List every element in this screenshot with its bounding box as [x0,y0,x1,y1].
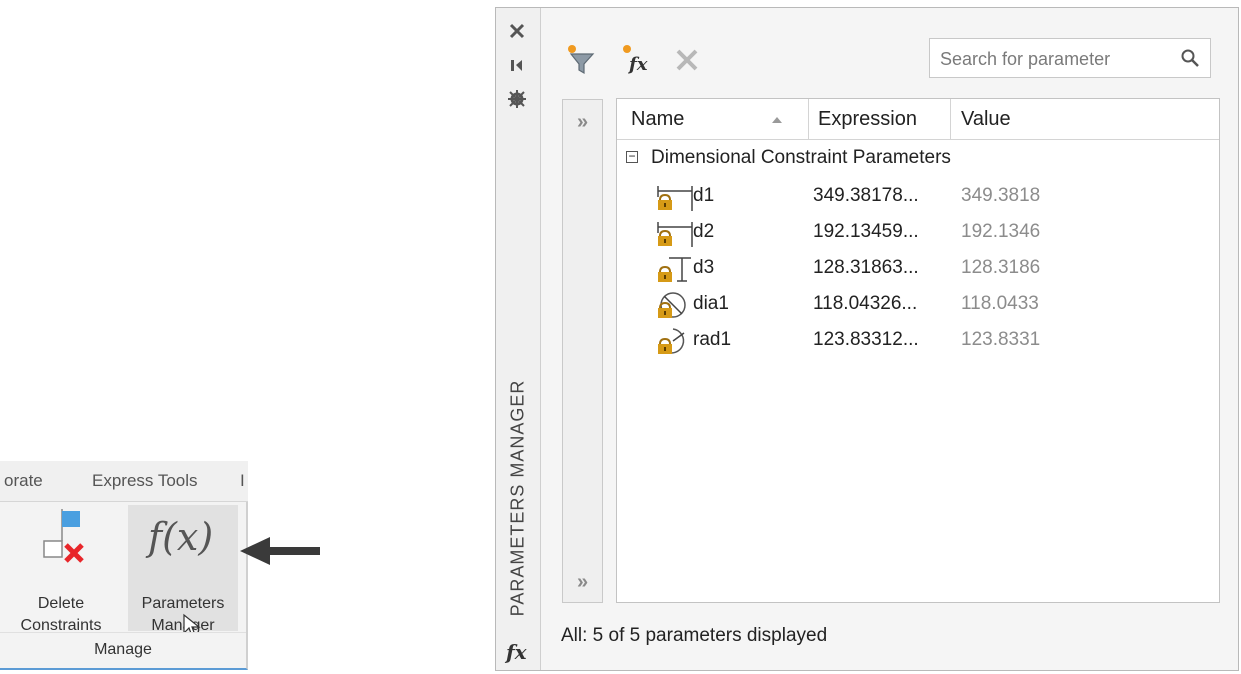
table-row[interactable]: rad1 123.83312... 123.8331 [617,323,1217,359]
palette-title: PARAMETERS MANAGER [507,379,528,617]
sort-ascending-icon [772,117,782,123]
parameter-value: 128.3186 [961,257,1041,278]
ribbon-tab-express-tools[interactable]: Express Tools [92,471,198,491]
parameters-grid: Name Expression Value − Dimensional Cons… [616,98,1220,603]
table-row[interactable]: dia1 118.04326... 118.0433 [617,287,1217,323]
delete-constraints-button[interactable]: Delete Constraints [0,501,122,634]
close-icon[interactable] [506,20,528,42]
group-label: Dimensional Constraint Parameters [651,147,951,168]
parameters-manager-palette: PARAMETERS MANAGER fx fx » » [495,7,1239,671]
diameter-dimension-icon [658,292,686,318]
parameter-name: rad1 [693,329,732,350]
pointer-arrow-icon [240,537,320,565]
parameters-manager-button[interactable]: f(x) Parameters Manager [128,505,238,637]
parameter-name: d1 [693,185,715,206]
parameter-value: 349.3818 [961,185,1041,206]
parameter-expression[interactable]: 123.83312... [813,329,919,351]
vertical-dimension-icon [658,257,691,282]
group-row[interactable]: − Dimensional Constraint Parameters [617,141,1217,177]
ribbon-panel-label: Manage [0,632,246,667]
grid-header: Name Expression Value [617,99,1219,140]
palette-content: fx » » Name [541,8,1238,670]
parameter-value: 118.0433 [961,293,1039,314]
table-row[interactable]: d1 349.38178... 349.3818 [617,179,1217,215]
column-header-value[interactable]: Value [951,99,1219,139]
auto-hide-icon[interactable] [506,54,528,76]
status-text: All: 5 of 5 parameters displayed [561,625,828,646]
search-icon[interactable] [1180,48,1200,68]
table-row[interactable]: d2 192.13459... 192.1346 [617,215,1217,251]
palette-title-bar: PARAMETERS MANAGER fx [496,8,541,670]
parameter-expression[interactable]: 128.31863... [813,257,919,279]
ribbon-tab-bar: orate Express Tools I [0,461,248,502]
function-icon: f(x) [148,515,214,559]
parameter-expression[interactable]: 192.13459... [813,221,919,243]
delete-parameter-icon[interactable] [669,42,705,78]
ribbon-tab-next[interactable]: I [240,471,245,491]
fx-icon: fx [506,640,527,664]
parameter-expression[interactable]: 349.38178... [813,185,919,207]
properties-gear-icon[interactable] [506,88,528,110]
ribbon-tab-collaborate[interactable]: orate [4,471,43,491]
linear-dimension-icon [657,186,693,211]
expand-filter-tree-button[interactable]: » [567,108,598,138]
new-user-parameter-icon[interactable]: fx [619,42,655,78]
parameter-name: d3 [693,257,715,278]
search-field[interactable] [929,38,1211,78]
svg-text:fx: fx [627,54,648,75]
parameter-expression[interactable]: 118.04326... [813,293,917,315]
expand-filter-tree-bottom-button[interactable]: » [567,568,598,598]
table-row[interactable]: d3 128.31863... 128.3186 [617,251,1217,287]
linear-dimension-icon [657,222,693,247]
filter-tree-collapsed: » » [562,99,603,603]
column-header-expression[interactable]: Expression [809,99,951,139]
collapse-toggle-icon[interactable]: − [626,150,638,163]
new-filter-group-icon[interactable] [563,42,599,78]
delete-label-line1: Delete [37,595,85,612]
parameter-name: d2 [693,221,715,242]
ribbon-panel: orate Express Tools I Delete Constraints… [0,461,248,670]
column-header-name[interactable]: Name [617,99,809,139]
delete-constraints-icon [43,509,84,563]
parameter-value: 123.8331 [961,329,1041,350]
params-label-line1: Parameters [141,595,225,612]
parameter-value: 192.1346 [961,221,1041,242]
parameter-name: dia1 [693,293,729,314]
search-input[interactable] [938,45,1172,73]
radius-dimension-icon [658,328,685,354]
